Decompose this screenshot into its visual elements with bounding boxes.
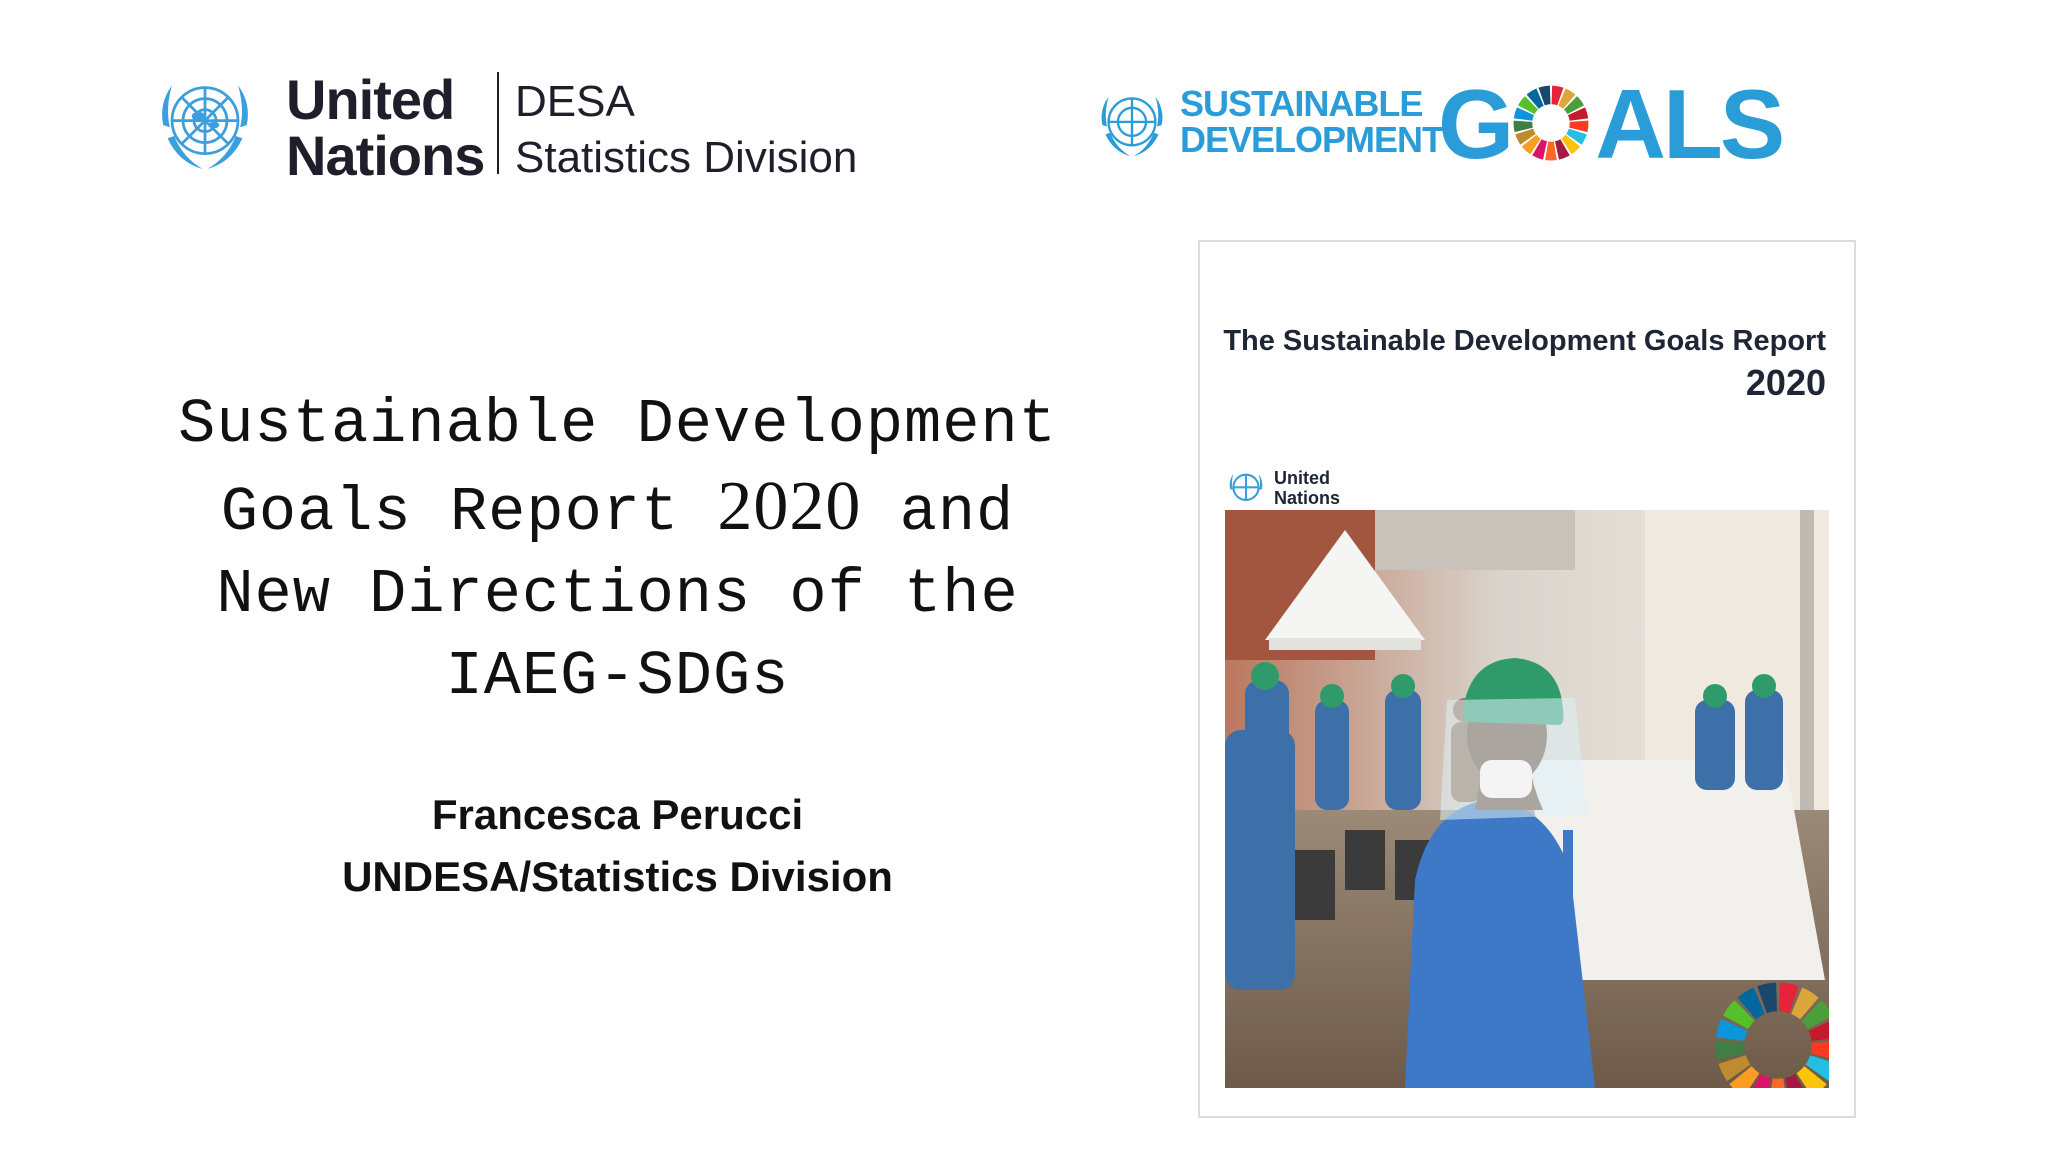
- title-line: Goals Report 2020 and: [90, 466, 1145, 554]
- desa-line: DESA: [515, 77, 635, 126]
- title-fragment: Goals Report: [220, 477, 680, 548]
- cover-title-text: The Sustainable Development Goals Report: [1223, 325, 1826, 357]
- un-name-line: United: [286, 68, 455, 131]
- goals-prefix: G: [1438, 69, 1514, 179]
- un-name-line: Nations: [286, 124, 485, 187]
- cover-publisher-line: United: [1274, 468, 1330, 488]
- un-wordmark: United Nations: [286, 68, 485, 187]
- un-emblem-icon: [150, 70, 260, 180]
- presentation-title: Sustainable Development Goals Report 202…: [90, 384, 1145, 718]
- title-fragment: and: [899, 477, 1015, 548]
- goals-suffix: ALS: [1595, 69, 1785, 179]
- cover-publisher: United Nations: [1274, 468, 1340, 508]
- title-line: Sustainable Development: [178, 389, 1057, 460]
- health-worker-photo: [1225, 510, 1829, 1088]
- title-year: 2020: [717, 468, 862, 545]
- sdg-color-wheel-icon: [1512, 78, 1594, 161]
- sdg-word-line: DEVELOPMENT: [1180, 119, 1444, 160]
- report-cover-image: The Sustainable Development Goals Report…: [1198, 240, 1856, 1118]
- sdg-wordmark: SUSTAINABLE DEVELOPMENT: [1180, 83, 1444, 160]
- sdg-goals-wordmark: G ALS: [1438, 74, 1785, 174]
- sdg-color-wheel-icon: [1715, 982, 1829, 1088]
- sdg-wheel-segment: [1771, 1078, 1785, 1088]
- sdg-word-line: SUSTAINABLE: [1180, 83, 1423, 124]
- desa-division-label: DESA Statistics Division: [515, 74, 857, 186]
- cover-year: 2020: [1745, 362, 1826, 403]
- cover-publisher-line: Nations: [1274, 488, 1341, 508]
- un-emblem-icon: [1225, 468, 1267, 510]
- logo-divider: [497, 72, 499, 174]
- presenter-affiliation: UNDESA/Statistics Division: [342, 853, 893, 900]
- presenter-name: Francesca Perucci: [431, 791, 804, 838]
- un-emblem-icon: [1093, 86, 1171, 164]
- title-line: New Directions of the: [216, 559, 1019, 630]
- desa-line: Statistics Division: [515, 133, 858, 182]
- title-line: IAEG-SDGs: [445, 641, 790, 712]
- cover-title: The Sustainable Development Goals Report…: [1223, 320, 1826, 404]
- presenter-block: Francesca Perucci UNDESA/Statistics Divi…: [160, 784, 1075, 908]
- sdg-wheel-segment: [1545, 141, 1558, 161]
